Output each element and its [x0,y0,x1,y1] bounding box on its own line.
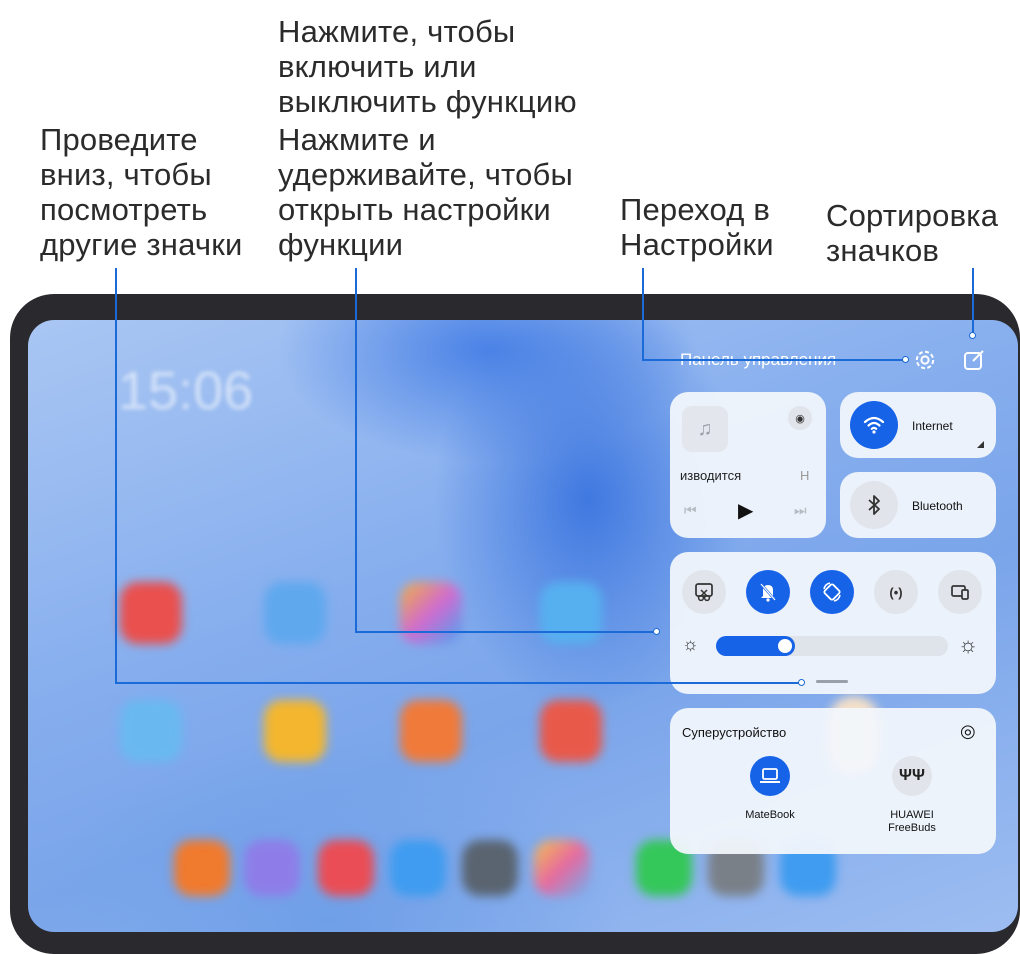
toggles-card: (•) ☼ ☼ [670,552,996,694]
bluetooth-icon[interactable] [850,481,898,529]
brightness-low-icon: ☼ [682,634,699,654]
screenshot-icon[interactable] [682,570,726,614]
leader-dot-settings [902,356,909,363]
earbuds-icon[interactable]: ΨΨ [892,756,932,796]
leader-line-settings-h [642,359,904,361]
app-icon[interactable] [120,700,182,762]
superdevice-card[interactable]: Суперустройство ◎ MateBook ΨΨ HUAWEI Fre… [670,708,996,854]
leader-dot-sort [969,332,976,339]
bluetooth-label: Bluetooth [912,499,963,513]
app-icon[interactable] [400,700,462,762]
dock-app-icon[interactable] [462,840,518,896]
device-freebuds-label: HUAWEI FreeBuds [888,809,936,834]
device-matebook-label: MateBook [745,809,795,821]
play-icon[interactable]: ▶ [738,498,753,523]
leader-line-settings [642,268,644,360]
internet-label: Internet [912,419,953,433]
brightness-knob[interactable] [778,639,792,653]
bluetooth-card[interactable]: Bluetooth [840,472,996,538]
lockscreen-time: 15:06 [118,361,254,421]
leader-line-hold-h [355,631,655,633]
dock-app-icon[interactable] [534,840,590,896]
auto-rotate-icon[interactable] [810,570,854,614]
callout-swipe-down: Проведите вниз, чтобы посмотреть другие … [40,122,243,262]
brightness-high-icon: ☼ [958,632,979,657]
app-icon[interactable] [264,700,326,762]
app-icon[interactable] [120,582,182,644]
next-track-icon[interactable]: ⏭ [794,502,807,519]
callout-tap-toggle: Нажмите, чтобы включить или выключить фу… [278,14,577,119]
leader-line-sort [972,268,974,334]
app-icon[interactable] [400,582,462,644]
dock-app-icon[interactable] [174,840,230,896]
settings-gear-icon[interactable] [912,347,938,373]
silent-bell-icon[interactable] [746,570,790,614]
callout-hold-settings: Нажмите и удерживайте, чтобы открыть нас… [278,122,573,262]
leader-line-hold [355,268,357,632]
tablet-screen: 15:06 Панель управления ♫ ◉ изводится Н … [28,320,1018,932]
leader-line-swipe [115,268,117,683]
hotspot-icon[interactable]: (•) [874,570,918,614]
dock-app-icon[interactable] [390,840,446,896]
wifi-icon[interactable] [850,401,898,449]
laptop-icon[interactable] [750,756,790,796]
superdevice-title: Суперустройство [682,725,787,740]
media-card[interactable]: ♫ ◉ изводится Н ⏮ ▶ ⏭ [670,392,826,538]
music-note-icon: ♫ [682,406,728,452]
leader-dot-hold [653,628,660,635]
dock-app-icon[interactable] [244,840,300,896]
superdevice-radar-icon[interactable]: ◎ [960,721,976,742]
media-status: изводится [680,468,742,483]
multi-screen-icon[interactable] [938,570,982,614]
leader-dot-swipe [798,679,805,686]
drag-handle[interactable] [816,680,848,683]
audio-output-icon[interactable]: ◉ [788,406,812,430]
brightness-slider[interactable] [716,636,948,656]
leader-line-swipe-h [115,682,801,684]
callout-go-settings: Переход в Настройки [620,192,774,262]
app-icon[interactable] [540,700,602,762]
media-status-end: Н [800,468,810,483]
app-icon[interactable] [264,582,326,644]
dock-app-icon[interactable] [318,840,374,896]
callout-sort-icons: Сортировка значков [826,198,999,268]
app-icon[interactable] [540,582,602,644]
internet-card[interactable]: Internet [840,392,996,458]
previous-track-icon[interactable]: ⏮ [684,502,697,519]
edit-sort-icon[interactable] [962,348,986,372]
expand-corner-icon[interactable] [977,441,984,448]
